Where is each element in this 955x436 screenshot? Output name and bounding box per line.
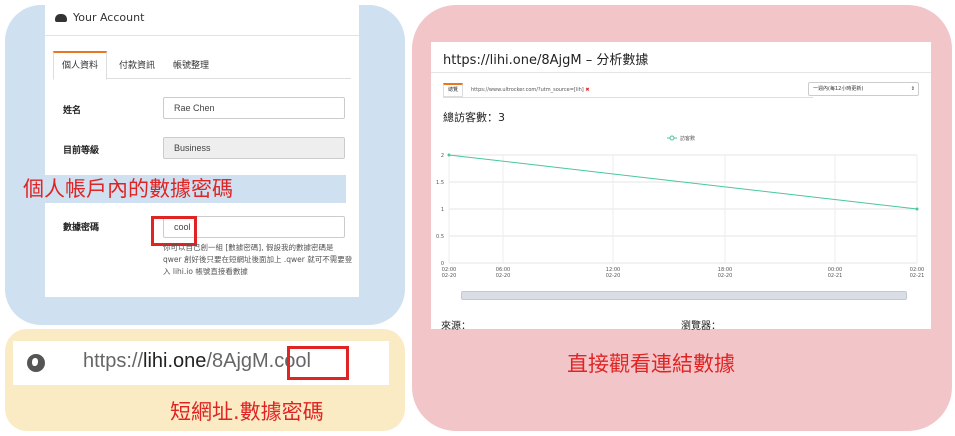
analytics-panel: https://lihi.one/8AjgM – 分析數據 總覽 https:/… <box>412 5 952 431</box>
url-caption: 短網址.數據密碼 <box>170 400 324 424</box>
account-caption: 個人帳戶內的數據密碼 <box>19 175 346 203</box>
tab-account-manage[interactable]: 帳號整理 <box>165 51 217 79</box>
y-tick-label: 2 <box>441 153 444 159</box>
source-url: https://www.ultrocker.com/?utm_source=[l… <box>471 87 590 93</box>
browser-label: 瀏覽器： <box>681 321 721 332</box>
cloud-icon <box>55 13 67 22</box>
account-header: Your Account <box>55 11 144 24</box>
analytics-card: https://lihi.one/8AjgM – 分析數據 總覽 https:/… <box>431 42 931 332</box>
password-label: 數據密碼 <box>63 223 100 233</box>
account-card: Your Account 個人資料 付款資訊 帳號整理 姓名 Rae Chen … <box>45 5 359 297</box>
url-panel: https://lihi.one/8AjgM.cool 短網址.數據密碼 <box>5 329 405 431</box>
x-tick-label: 02-21 <box>828 273 843 279</box>
x-tick-label: 02-20 <box>718 273 733 279</box>
range-select-value: 一週內(每12小時更新) <box>813 86 864 92</box>
remove-icon[interactable]: ✖ <box>585 87 589 93</box>
level-field: Business <box>163 137 345 159</box>
range-select[interactable]: 一週內(每12小時更新) ⇕ <box>808 82 919 96</box>
legend-marker <box>669 135 675 141</box>
source-url-text: https://www.ultrocker.com/?utm_source=[l… <box>471 87 584 93</box>
source-label: 來源： <box>441 321 471 332</box>
url-prefix: https:// <box>83 350 144 372</box>
data-point <box>447 153 451 157</box>
x-tick-label: 02-21 <box>910 273 925 279</box>
data-point <box>915 207 919 211</box>
tab-profile[interactable]: 個人資料 <box>53 51 108 80</box>
analytics-title: https://lihi.one/8AjgM – 分析數據 <box>443 53 649 68</box>
x-tick-label: 02-20 <box>496 273 511 279</box>
y-tick-label: 1.5 <box>436 180 444 186</box>
x-tick-label: 02-20 <box>442 273 457 279</box>
x-tick-label: 02-20 <box>606 273 621 279</box>
y-tick-label: 0.5 <box>436 234 444 240</box>
password-suffix-highlight <box>287 346 349 380</box>
legend-label: 訪客數 <box>680 135 695 142</box>
globe-icon <box>27 354 45 372</box>
level-label: 目前等級 <box>63 146 100 156</box>
name-label: 姓名 <box>63 106 82 116</box>
analytics-caption: 直接觀看連結數據 <box>567 352 735 376</box>
address-bar[interactable]: https://lihi.one/8AjgM.cool <box>13 341 389 385</box>
visits-chart: 00.511.5202:0002-2006:0002-2012:0002-201… <box>436 135 925 279</box>
total-visits: 總訪客數：3 <box>443 111 505 124</box>
tab-payment[interactable]: 付款資訊 <box>111 51 163 79</box>
url-text[interactable]: https://lihi.one/8AjgM.cool <box>83 350 311 373</box>
password-help-text: 你可以自己創一組 [數據密碼], 假設我的數據密碼是 qwer 創好後只要在短網… <box>163 243 353 276</box>
account-tabs: 個人資料 付款資訊 帳號整理 <box>53 51 351 80</box>
account-panel: Your Account 個人資料 付款資訊 帳號整理 姓名 Rae Chen … <box>5 5 405 325</box>
chart-range-scrollbar[interactable] <box>461 291 907 300</box>
select-caret-icon: ⇕ <box>910 86 915 92</box>
account-title: Your Account <box>73 11 145 24</box>
url-domain: lihi.one <box>143 350 207 372</box>
divider <box>431 72 931 73</box>
tab-underline <box>443 97 813 98</box>
divider <box>45 35 359 36</box>
tab-overview[interactable]: 總覽 <box>443 83 463 97</box>
y-tick-label: 1 <box>441 207 444 213</box>
name-field[interactable]: Rae Chen <box>163 97 345 119</box>
